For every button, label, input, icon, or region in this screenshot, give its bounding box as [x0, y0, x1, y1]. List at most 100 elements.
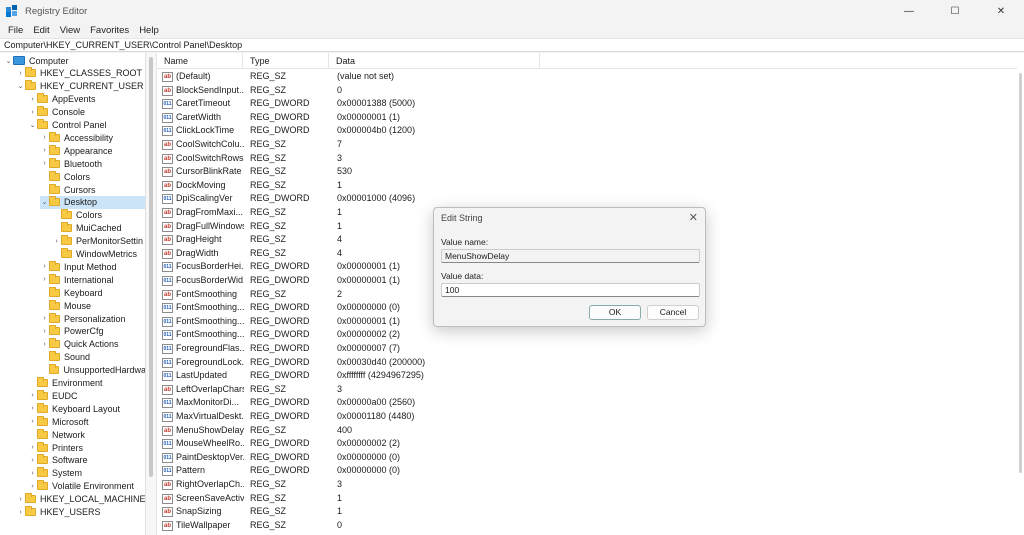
tree-item[interactable]: › AppEvents [28, 93, 145, 106]
chevron-right-icon[interactable]: › [40, 312, 49, 325]
menu-help[interactable]: Help [134, 25, 164, 36]
chevron-right-icon[interactable]: › [28, 402, 37, 415]
tree-scrollbar[interactable] [146, 53, 157, 535]
chevron-right-icon[interactable]: › [28, 106, 37, 119]
value-row[interactable]: 011 DpiScalingVer REG_DWORD 0x00001000 (409… [157, 192, 1024, 206]
cancel-button[interactable]: Cancel [647, 305, 699, 320]
tree-item[interactable]: Sound [40, 351, 145, 364]
chevron-right-icon[interactable]: › [16, 506, 25, 519]
value-row[interactable]: ab MenuShowDelay REG_SZ 400 [157, 424, 1024, 438]
tree-item[interactable]: › Quick Actions [40, 338, 145, 351]
value-row[interactable]: ab ScreenSaveActive REG_SZ 1 [157, 492, 1024, 506]
value-row[interactable]: ab TileWallpaper REG_SZ 0 [157, 519, 1024, 533]
tree-item[interactable]: › HKEY_CLASSES_ROOT [16, 67, 145, 80]
value-row[interactable]: 011 ClickLockTime REG_DWORD 0x000004b0 (120… [157, 124, 1024, 138]
value-row[interactable]: 011 FontSmoothing... REG_DWORD 0x00000002 (… [157, 328, 1024, 342]
value-row[interactable]: ab (Default) REG_SZ (value not set) [157, 70, 1024, 84]
chevron-right-icon[interactable]: › [40, 144, 49, 157]
tree-item[interactable]: › Console [28, 106, 145, 119]
chevron-right-icon[interactable]: › [28, 415, 37, 428]
tree-item[interactable]: ⌄ Control Panel [28, 119, 145, 132]
tree-item[interactable]: ⌄ Desktop [40, 195, 145, 209]
tree-item[interactable]: › Printers [28, 441, 145, 454]
tree-item[interactable]: Colors [52, 209, 145, 222]
tree-item[interactable]: › Volatile Environment [28, 480, 145, 493]
chevron-right-icon[interactable]: › [28, 441, 37, 454]
tree-item[interactable]: Environment [28, 377, 145, 390]
value-row[interactable]: 011 ForegroundFlas... REG_DWORD 0x00000007 … [157, 342, 1024, 356]
chevron-right-icon[interactable]: › [40, 325, 49, 338]
tree-item[interactable]: › PerMonitorSettin [52, 235, 145, 248]
tree-item[interactable]: ⌄ HKEY_CURRENT_USER [16, 80, 145, 93]
chevron-down-icon[interactable]: ⌄ [28, 119, 37, 132]
maximize-button[interactable]: ☐ [932, 0, 978, 22]
chevron-right-icon[interactable]: › [28, 467, 37, 480]
tree-item[interactable]: › PowerCfg [40, 325, 145, 338]
chevron-right-icon[interactable]: › [52, 235, 61, 248]
tree-item[interactable]: › Appearance [40, 144, 145, 157]
tree-item[interactable]: › Software [28, 454, 145, 467]
column-type[interactable]: Type [243, 53, 329, 69]
chevron-right-icon[interactable]: › [40, 338, 49, 351]
chevron-right-icon[interactable]: › [28, 480, 37, 493]
tree-item[interactable]: › Accessibility [40, 131, 145, 144]
value-data-input[interactable]: 100 [441, 283, 700, 297]
value-row[interactable]: ab DockMoving REG_SZ 1 [157, 179, 1024, 193]
chevron-down-icon[interactable]: ⌄ [40, 196, 49, 209]
value-row[interactable]: ab CursorBlinkRate REG_SZ 530 [157, 165, 1024, 179]
chevron-right-icon[interactable]: › [16, 493, 25, 506]
tree-item[interactable]: › Input Method [40, 260, 145, 273]
menu-edit[interactable]: Edit [28, 25, 54, 36]
tree-item[interactable]: Colors [40, 170, 145, 183]
close-button[interactable]: ✕ [978, 0, 1024, 22]
value-row[interactable]: ab LeftOverlapChars REG_SZ 3 [157, 383, 1024, 397]
tree-item[interactable]: › HKEY_LOCAL_MACHINE [16, 493, 145, 506]
ok-button[interactable]: OK [589, 305, 641, 320]
chevron-right-icon[interactable]: › [40, 157, 49, 170]
tree-item[interactable]: › HKEY_USERS [16, 506, 145, 519]
value-row[interactable]: 011 MouseWheelRo... REG_DWORD 0x00000002 (2… [157, 437, 1024, 451]
tree-item[interactable]: › Personalization [40, 312, 145, 325]
value-row[interactable]: ab CoolSwitchColu... REG_SZ 7 [157, 138, 1024, 152]
value-row[interactable]: 011 CaretWidth REG_DWORD 0x00000001 (1) [157, 111, 1024, 125]
value-row[interactable]: 011 CaretTimeout REG_DWORD 0x00001388 (5000… [157, 97, 1024, 111]
value-row[interactable]: ab SnapSizing REG_SZ 1 [157, 505, 1024, 519]
chevron-down-icon[interactable]: ⌄ [16, 80, 25, 93]
tree-item[interactable]: WindowMetrics [52, 248, 145, 261]
tree-item[interactable]: › International [40, 273, 145, 286]
list-scrollbar[interactable] [1017, 53, 1024, 535]
chevron-right-icon[interactable]: › [16, 67, 25, 80]
menu-favorites[interactable]: Favorites [85, 25, 134, 36]
tree-item[interactable]: › Bluetooth [40, 157, 145, 170]
value-row[interactable]: ab RightOverlapCh... REG_SZ 3 [157, 478, 1024, 492]
tree-item[interactable]: UnsupportedHardwa [40, 364, 145, 377]
menu-file[interactable]: File [3, 25, 28, 36]
tree-item[interactable]: › EUDC [28, 389, 145, 402]
chevron-right-icon[interactable]: › [28, 93, 37, 106]
chevron-right-icon[interactable]: › [28, 389, 37, 402]
value-row[interactable]: 011 MaxMonitorDi... REG_DWORD 0x00000a00 (2… [157, 396, 1024, 410]
value-row[interactable]: 011 PaintDesktopVer... REG_DWORD 0x00000000… [157, 451, 1024, 465]
tree-item[interactable]: › System [28, 467, 145, 480]
tree-item[interactable]: Mouse [40, 299, 145, 312]
column-data[interactable]: Data [329, 53, 540, 69]
chevron-right-icon[interactable]: › [40, 260, 49, 273]
tree-item[interactable]: Cursors [40, 183, 145, 196]
column-name[interactable]: Name [157, 53, 243, 69]
address-bar[interactable]: Computer\HKEY_CURRENT_USER\Control Panel… [0, 38, 1024, 52]
chevron-right-icon[interactable]: › [40, 273, 49, 286]
value-row[interactable]: 011 LastUpdated REG_DWORD 0xffffffff (42949… [157, 369, 1024, 383]
value-row[interactable]: ab BlockSendInput... REG_SZ 0 [157, 84, 1024, 98]
tree-item[interactable]: Network [28, 428, 145, 441]
chevron-down-icon[interactable]: ⌄ [4, 54, 13, 67]
tree-item[interactable]: MuiCached [52, 222, 145, 235]
tree-item[interactable]: ⌄ Computer [4, 54, 145, 67]
value-row[interactable]: ab CoolSwitchRows REG_SZ 3 [157, 152, 1024, 166]
value-row[interactable]: 011 ForegroundLock... REG_DWORD 0x00030d40 … [157, 356, 1024, 370]
chevron-right-icon[interactable]: › [28, 454, 37, 467]
value-row[interactable]: 011 MaxVirtualDeskt... REG_DWORD 0x00001180… [157, 410, 1024, 424]
minimize-button[interactable]: — [886, 0, 932, 22]
value-row[interactable]: 011 Pattern REG_DWORD 0x00000000 (0) [157, 464, 1024, 478]
tree-item[interactable]: Keyboard [40, 286, 145, 299]
tree-item[interactable]: › Keyboard Layout [28, 402, 145, 415]
